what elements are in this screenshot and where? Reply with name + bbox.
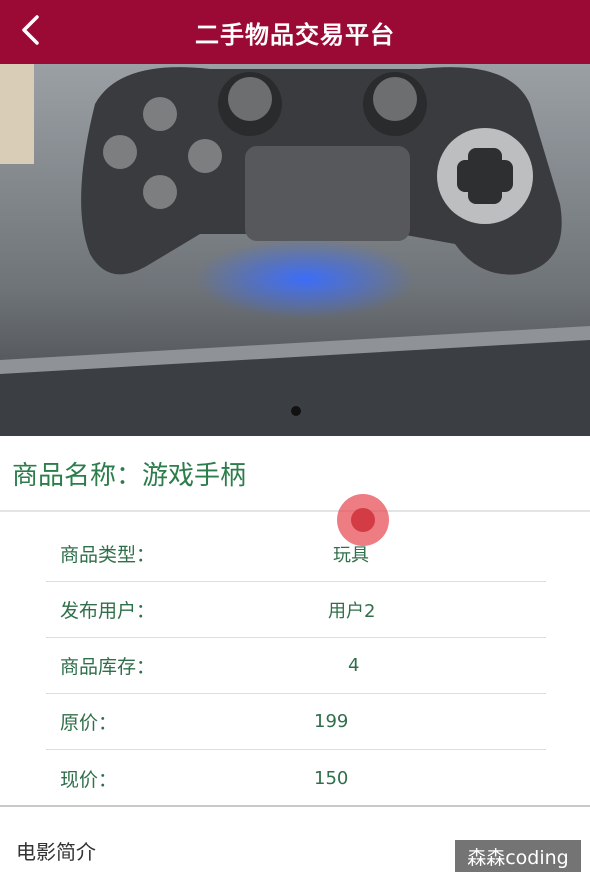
spec-label: 原价： — [60, 712, 118, 734]
spec-row-original-price: 原价： 199 — [46, 694, 546, 750]
game-controller-photo — [0, 64, 590, 436]
product-name-label: 商品名称： — [12, 460, 143, 491]
section-divider — [0, 805, 590, 807]
page-title: 二手物品交易平台 — [195, 20, 395, 49]
spec-label: 商品类型： — [60, 544, 156, 566]
spec-row-stock: 商品库存： 4 — [46, 638, 546, 694]
spec-row-current-price: 现价： 150 — [46, 750, 546, 806]
header-bar: 二手物品交易平台 — [0, 0, 590, 64]
product-name-row: 商品名称： 游戏手柄 — [0, 436, 590, 512]
spec-value: 玩具 — [333, 544, 369, 566]
back-button[interactable] — [10, 10, 50, 50]
spec-value: 用户2 — [328, 600, 376, 622]
spec-value: 199 — [314, 711, 349, 732]
spec-value: 4 — [348, 655, 360, 676]
intro-heading: 电影简介 — [16, 840, 96, 864]
product-image-carousel[interactable] — [0, 64, 590, 436]
product-spec-table: 商品类型： 玩具 发布用户： 用户2 商品库存： 4 原价： 199 现价： 1… — [46, 526, 546, 806]
spec-row-publisher: 发布用户： 用户2 — [46, 582, 546, 638]
product-name-value: 游戏手柄 — [142, 460, 247, 491]
spec-label: 商品库存： — [60, 656, 156, 678]
spec-value: 150 — [314, 767, 349, 789]
spec-row-category: 商品类型： 玩具 — [46, 526, 546, 582]
chevron-left-icon — [22, 15, 39, 45]
spec-label: 现价： — [60, 768, 118, 791]
carousel-indicator-dot[interactable] — [291, 406, 301, 416]
spec-label: 发布用户： — [60, 600, 156, 622]
watermark: 森森coding — [455, 840, 581, 872]
